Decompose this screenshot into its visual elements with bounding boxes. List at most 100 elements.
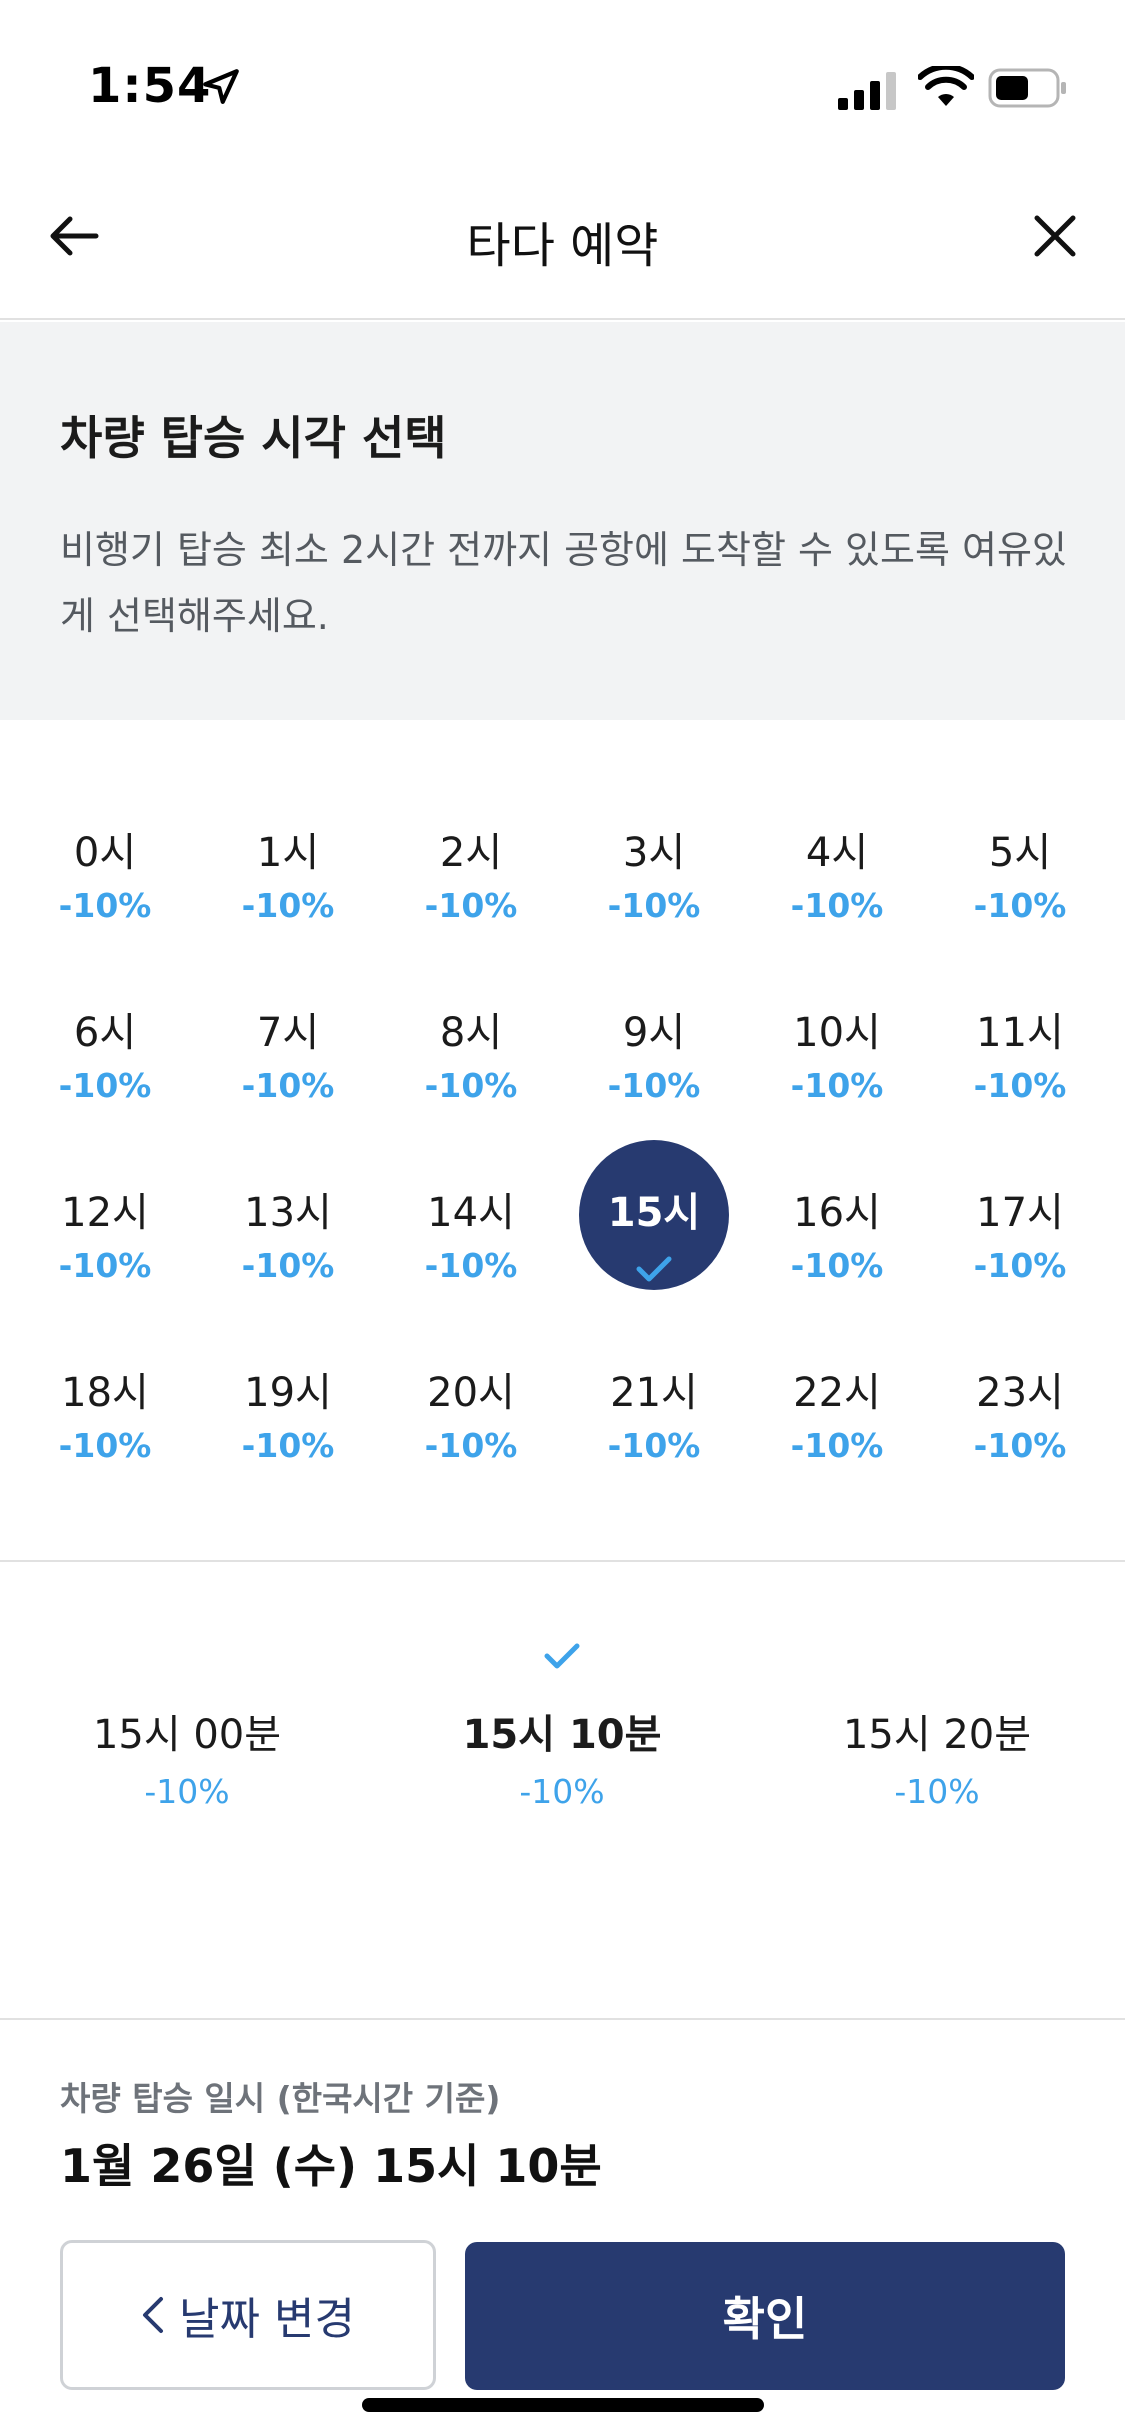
status-time: 1:54: [88, 58, 212, 114]
hour-discount: -10%: [973, 1426, 1067, 1465]
hour-discount: -10%: [58, 886, 152, 925]
hour-option[interactable]: 8시 -10%: [396, 960, 546, 1110]
hour-discount: -10%: [58, 1426, 152, 1465]
hour-discount: -10%: [58, 1246, 152, 1285]
hour-discount: -10%: [424, 1066, 518, 1105]
hour-option[interactable]: 9시 -10%: [579, 960, 729, 1110]
hour-option[interactable]: 12시 -10%: [30, 1140, 180, 1290]
hour-discount: -10%: [973, 886, 1067, 925]
hour-label: 15시: [607, 1190, 701, 1236]
hour-discount: -10%: [973, 1066, 1067, 1105]
hour-option[interactable]: 20시 -10%: [396, 1320, 546, 1470]
chevron-left-icon: [143, 2297, 164, 2333]
hour-label: 20시: [427, 1370, 515, 1416]
minute-option[interactable]: 15시 10분 -10%: [412, 1640, 712, 1811]
status-bar: 1:54: [0, 0, 1125, 150]
minute-discount: -10%: [894, 1772, 980, 1811]
hour-label: 8시: [439, 1010, 503, 1056]
cellular-signal-icon: [838, 72, 896, 110]
hour-label: 3시: [622, 830, 686, 876]
hour-option[interactable]: 19시 -10%: [213, 1320, 363, 1470]
nav-bar: 타다 예약: [0, 170, 1125, 320]
home-indicator: [362, 2398, 764, 2412]
ride-datetime-caption: 차량 탑승 일시 (한국시간 기준): [60, 2079, 501, 2118]
confirm-button[interactable]: 확인: [465, 2242, 1065, 2390]
check-icon: [544, 1643, 580, 1669]
hour-option[interactable]: 18시 -10%: [30, 1320, 180, 1470]
hour-label: 10시: [793, 1010, 881, 1056]
hour-discount: -10%: [241, 886, 335, 925]
change-date-label: 날짜 변경: [179, 2294, 355, 2345]
hour-label: 14시: [427, 1190, 515, 1236]
hour-option[interactable]: 2시 -10%: [396, 780, 546, 930]
hour-discount: -10%: [607, 886, 701, 925]
hour-label: 7시: [256, 1010, 320, 1056]
check-icon: [636, 1256, 672, 1282]
hour-discount: -10%: [790, 1426, 884, 1465]
hour-label: 5시: [988, 830, 1052, 876]
confirm-label: 확인: [722, 2292, 808, 2346]
hour-option[interactable]: 13시 -10%: [213, 1140, 363, 1290]
hour-discount: -10%: [790, 886, 884, 925]
page-title: 타다 예약: [466, 218, 659, 274]
hour-option[interactable]: 7시 -10%: [213, 960, 363, 1110]
hour-discount: -10%: [424, 886, 518, 925]
hour-option[interactable]: 14시 -10%: [396, 1140, 546, 1290]
bottom-panel: 차량 탑승 일시 (한국시간 기준) 1월 26일 (수) 15시 10분 날짜…: [0, 2018, 1125, 2436]
hour-option[interactable]: 15시: [579, 1140, 729, 1290]
hour-discount: -10%: [241, 1426, 335, 1465]
intro-section: 차량 탑승 시각 선택 비행기 탑승 최소 2시간 전까지 공항에 도착할 수 …: [0, 322, 1125, 720]
hour-label: 12시: [61, 1190, 149, 1236]
hour-option[interactable]: 6시 -10%: [30, 960, 180, 1110]
minute-label: 15시 20분: [842, 1712, 1032, 1758]
hour-label: 18시: [61, 1370, 149, 1416]
hour-option[interactable]: 21시 -10%: [579, 1320, 729, 1470]
hour-label: 1시: [256, 830, 320, 876]
minute-label: 15시 00분: [92, 1712, 282, 1758]
hour-option[interactable]: 22시 -10%: [762, 1320, 912, 1470]
hour-discount: -10%: [790, 1246, 884, 1285]
hour-discount: -10%: [424, 1426, 518, 1465]
section-description: 비행기 탑승 최소 2시간 전까지 공항에 도착할 수 있도록 여유있게 선택해…: [60, 528, 1067, 638]
hour-label: 6시: [73, 1010, 137, 1056]
minute-label: 15시 10분: [462, 1712, 662, 1758]
hour-label: 4시: [805, 830, 869, 876]
hour-label: 22시: [793, 1370, 881, 1416]
hour-option[interactable]: 11시 -10%: [945, 960, 1095, 1110]
change-date-button[interactable]: 날짜 변경: [60, 2240, 436, 2390]
section-title: 차량 탑승 시각 선택: [60, 411, 447, 465]
hour-discount: -10%: [424, 1246, 518, 1285]
hour-label: 21시: [610, 1370, 698, 1416]
divider: [0, 1560, 1125, 1562]
hour-discount: -10%: [607, 1426, 701, 1465]
minute-option[interactable]: 15시 20분 -10%: [787, 1640, 1087, 1811]
hour-label: 17시: [976, 1190, 1064, 1236]
hour-discount: -10%: [973, 1246, 1067, 1285]
hour-option[interactable]: 10시 -10%: [762, 960, 912, 1110]
hour-label: 9시: [622, 1010, 686, 1056]
hour-label: 16시: [793, 1190, 881, 1236]
minute-discount: -10%: [519, 1772, 605, 1811]
hour-discount: -10%: [241, 1246, 335, 1285]
hour-label: 0시: [73, 830, 137, 876]
hour-option[interactable]: 4시 -10%: [762, 780, 912, 930]
hour-option[interactable]: 1시 -10%: [213, 780, 363, 930]
hour-label: 23시: [976, 1370, 1064, 1416]
close-icon[interactable]: [1025, 206, 1085, 266]
hour-option[interactable]: 17시 -10%: [945, 1140, 1095, 1290]
ride-datetime-value: 1월 26일 (수) 15시 10분: [60, 2139, 602, 2193]
hour-discount: -10%: [790, 1066, 884, 1105]
location-arrow-icon: [203, 69, 239, 104]
hour-option[interactable]: 3시 -10%: [579, 780, 729, 930]
battery-icon: [988, 68, 1066, 108]
hour-option[interactable]: 5시 -10%: [945, 780, 1095, 930]
wifi-icon: [918, 66, 974, 106]
hour-option[interactable]: 16시 -10%: [762, 1140, 912, 1290]
minute-option[interactable]: 15시 00분 -10%: [37, 1640, 337, 1811]
hour-label: 13시: [244, 1190, 332, 1236]
hour-label: 11시: [976, 1010, 1064, 1056]
hour-label: 2시: [439, 830, 503, 876]
hour-option[interactable]: 23시 -10%: [945, 1320, 1095, 1470]
minute-discount: -10%: [144, 1772, 230, 1811]
hour-option[interactable]: 0시 -10%: [30, 780, 180, 930]
